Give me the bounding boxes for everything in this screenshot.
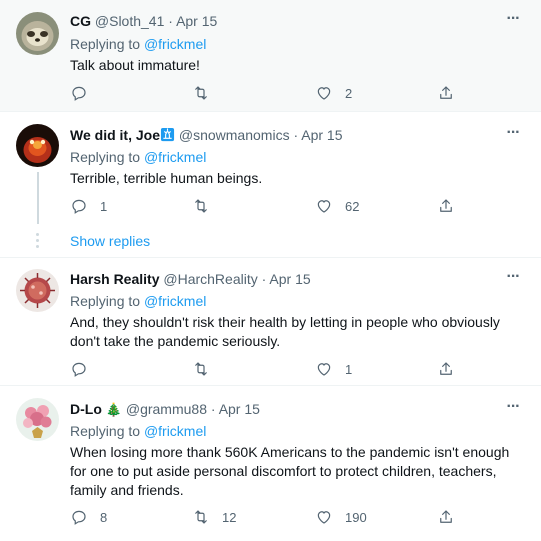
retweet-button[interactable] <box>192 195 222 217</box>
reply-icon <box>72 86 86 101</box>
tweet-text: And, they shouldn't risk their health by… <box>70 314 500 349</box>
tweet-date[interactable]: Apr 15 <box>219 401 260 417</box>
avatar[interactable] <box>16 398 59 441</box>
tweet-text: Talk about immature! <box>70 57 200 73</box>
replying-to: Replying to @frickmel <box>70 422 206 440</box>
like-button[interactable]: 2 <box>315 82 352 104</box>
share-icon <box>440 86 452 99</box>
retweet-icon <box>195 199 207 213</box>
share-button[interactable] <box>437 195 455 217</box>
user-handle[interactable]: @snowmanomics <box>179 127 290 143</box>
replying-to: Replying to @frickmel <box>70 35 206 53</box>
like-button[interactable]: 1 <box>315 358 352 380</box>
mention-link[interactable]: @frickmel <box>144 423 206 439</box>
avatar[interactable] <box>16 12 59 55</box>
more-icon[interactable]: ··· <box>503 125 523 146</box>
display-name[interactable]: CG <box>70 13 91 29</box>
like-icon <box>317 87 331 100</box>
tweet-actions: 2 <box>70 82 470 104</box>
avatar[interactable] <box>16 269 59 312</box>
tweet-date[interactable]: Apr 15 <box>269 271 310 287</box>
avatar[interactable] <box>16 124 59 167</box>
tweet-cg[interactable]: CG @Sloth_41 · Apr 15 ··· Replying to @f… <box>0 0 541 112</box>
tweet-we-did-it-joe[interactable]: We did it, Joe @snowmanomics · Apr 15 ··… <box>0 112 541 258</box>
like-button[interactable]: 62 <box>315 195 359 217</box>
display-name[interactable]: D-Lo <box>70 401 102 417</box>
tweet-actions: 8 12 190 <box>70 506 470 528</box>
retweet-button[interactable]: 12 <box>192 506 236 528</box>
reply-button[interactable] <box>70 358 100 380</box>
replying-to: Replying to @frickmel <box>70 292 206 310</box>
like-count: 190 <box>345 509 367 525</box>
display-name[interactable]: We did it, Joe <box>70 127 160 143</box>
mention-link[interactable]: @frickmel <box>144 293 206 309</box>
tweet-text: Terrible, terrible human beings. <box>70 170 263 186</box>
display-name[interactable]: Harsh Reality <box>70 271 159 287</box>
user-handle[interactable]: @HarchReality <box>163 271 257 287</box>
retweet-button[interactable] <box>192 358 222 380</box>
tweet-actions: 1 62 <box>70 195 470 217</box>
reply-button[interactable] <box>70 82 100 104</box>
tweet-d-lo[interactable]: D-Lo 🎄 @grammu88 · Apr 15 ··· Replying t… <box>0 386 541 541</box>
separator-dot: · <box>261 271 267 287</box>
share-button[interactable] <box>437 506 455 528</box>
reply-count: 8 <box>100 509 108 525</box>
mention-link[interactable]: @frickmel <box>144 36 206 52</box>
statue-of-liberty-icon <box>160 127 175 146</box>
reply-icon <box>72 199 86 214</box>
more-icon[interactable]: ··· <box>503 399 523 420</box>
replying-prefix: Replying to <box>70 149 141 165</box>
tweet-header: Harsh Reality @HarchReality · Apr 15 <box>70 270 481 288</box>
thread-dots <box>36 233 39 251</box>
share-icon <box>440 510 452 523</box>
reply-button[interactable]: 8 <box>70 506 107 528</box>
like-icon <box>317 200 331 213</box>
like-count: 62 <box>345 198 360 214</box>
user-handle[interactable]: @grammu88 <box>126 401 207 417</box>
tweet-date[interactable]: Apr 15 <box>176 13 217 29</box>
retweet-icon <box>195 86 207 100</box>
separator-dot: · <box>210 401 216 417</box>
reply-count: 1 <box>100 198 108 214</box>
thread-line <box>37 172 39 224</box>
share-button[interactable] <box>437 82 455 104</box>
mention-link[interactable]: @frickmel <box>144 149 206 165</box>
tweet-actions: 1 <box>70 358 470 380</box>
retweet-icon <box>195 510 207 524</box>
reply-button[interactable]: 1 <box>70 195 107 217</box>
separator-dot: · <box>168 13 173 29</box>
show-replies-link[interactable]: Show replies <box>70 233 150 249</box>
like-icon <box>317 511 331 524</box>
share-icon <box>440 362 452 375</box>
tweet-header: CG @Sloth_41 · Apr 15 <box>70 12 481 30</box>
share-button[interactable] <box>437 358 455 380</box>
reply-feed: CG @Sloth_41 · Apr 15 ··· Replying to @f… <box>0 0 541 541</box>
retweet-icon <box>195 362 207 376</box>
user-handle[interactable]: @Sloth_41 <box>95 13 164 29</box>
more-icon[interactable]: ··· <box>503 269 523 290</box>
like-count: 2 <box>345 85 353 101</box>
separator-dot: · <box>293 127 299 143</box>
retweet-button[interactable] <box>192 82 222 104</box>
tweet-text: When losing more thank 560K Americans to… <box>70 444 510 498</box>
christmas-tree-icon: 🎄 <box>105 402 122 417</box>
tweet-header: We did it, Joe @snowmanomics · Apr 15 <box>70 126 481 146</box>
replying-to: Replying to @frickmel <box>70 148 206 166</box>
tweet-date[interactable]: Apr 15 <box>301 127 342 143</box>
replying-prefix: Replying to <box>70 293 141 309</box>
like-icon <box>317 363 331 376</box>
share-icon <box>440 199 452 212</box>
reply-icon <box>72 362 86 377</box>
replying-prefix: Replying to <box>70 36 141 52</box>
tweet-header: D-Lo 🎄 @grammu88 · Apr 15 <box>70 400 481 419</box>
tweet-harsh-reality[interactable]: Harsh Reality @HarchReality · Apr 15 ···… <box>0 258 541 386</box>
reply-icon <box>72 510 86 525</box>
replying-prefix: Replying to <box>70 423 141 439</box>
retweet-count: 12 <box>222 509 237 525</box>
like-count: 1 <box>345 361 353 377</box>
like-button[interactable]: 190 <box>315 506 367 528</box>
more-icon[interactable]: ··· <box>503 11 523 32</box>
